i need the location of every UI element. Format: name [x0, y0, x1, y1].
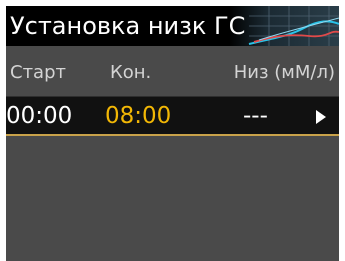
column-header-end: Кон. — [110, 62, 152, 83]
title-bar: Установка низк ГС — [6, 6, 339, 46]
right-arrow-icon[interactable] — [316, 110, 326, 124]
column-header-start: Старт — [10, 62, 66, 83]
row-start-time: 00:00 — [6, 103, 73, 129]
wave-graph-icon — [229, 6, 339, 46]
page-title: Установка низк ГС — [10, 12, 246, 40]
row-end-time[interactable]: 08:00 — [105, 102, 171, 130]
device-screen: Установка низк ГС Старт Кон. Низ (мМ/л) … — [6, 6, 339, 261]
table-header: Старт Кон. Низ (мМ/л) — [6, 46, 339, 96]
row-low-value: --- — [243, 103, 268, 129]
table-row[interactable]: 00:00 08:00 --- — [6, 96, 339, 136]
column-header-low: Низ (мМ/л) — [233, 62, 335, 83]
